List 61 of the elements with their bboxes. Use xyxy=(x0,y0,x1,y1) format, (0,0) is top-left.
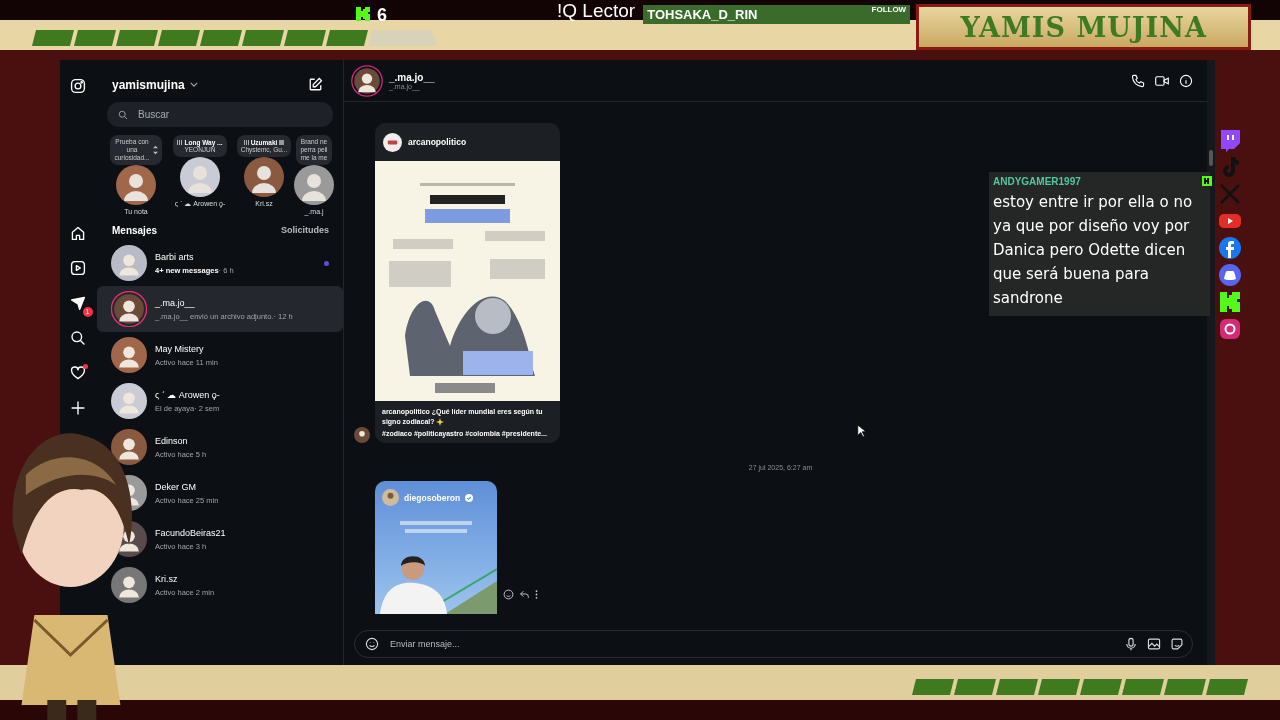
microphone-icon[interactable] xyxy=(1124,637,1138,651)
video-call-icon[interactable] xyxy=(1155,73,1169,88)
sparkle-icon xyxy=(436,418,445,427)
post-author: arcanopolitico xyxy=(408,137,467,147)
create-icon[interactable] xyxy=(69,400,86,416)
compose-icon[interactable] xyxy=(308,77,323,92)
info-icon[interactable] xyxy=(1179,73,1193,88)
more-icon[interactable] xyxy=(535,589,538,600)
caret-icon[interactable] xyxy=(189,82,198,87)
message-input[interactable]: Enviar mensaje... xyxy=(388,638,1115,650)
channel-logo: YAMIS MUJINA xyxy=(916,4,1252,50)
chat-message: estoy entre ir por ella o no ya que por diseño voy por Danica pero Odette dicen que será buena para sandrone xyxy=(993,192,1194,309)
reply-icon[interactable] xyxy=(519,589,530,600)
heart-icon[interactable] xyxy=(69,365,86,381)
search-bar[interactable]: Buscar xyxy=(107,102,333,127)
contact-name: _.ma.jo__ xyxy=(155,297,196,308)
contact-name: Barbi arts xyxy=(155,251,195,262)
account-switcher[interactable]: yamismujina xyxy=(112,77,198,92)
contact-name: Deker GM xyxy=(155,481,197,492)
avatar[interactable] xyxy=(351,64,383,97)
avatar[interactable] xyxy=(244,157,284,197)
instagram-logo-icon xyxy=(1218,317,1242,341)
avatar xyxy=(382,489,399,506)
facebook-logo-icon xyxy=(1218,236,1242,260)
messages-heading: Mensajes xyxy=(112,225,158,236)
requests-link[interactable]: Solicitudes xyxy=(281,225,329,236)
contact-name: FacundoBeiras21 xyxy=(155,527,227,538)
equalizer-icon xyxy=(177,140,183,145)
contact-name: ς ˊ ☁ Arowen ϙ- xyxy=(155,389,221,400)
contact-name: May Mistery xyxy=(155,343,205,354)
search-input[interactable]: Buscar xyxy=(136,108,333,121)
avatar xyxy=(354,427,370,443)
account-logo-icon xyxy=(383,132,402,152)
home-icon[interactable] xyxy=(69,225,86,241)
phone-icon[interactable] xyxy=(1131,73,1145,88)
avatar[interactable] xyxy=(116,165,156,205)
chat-username: ANDYGAMER1997 xyxy=(993,176,1082,187)
avatar[interactable] xyxy=(294,165,334,205)
chat-title: _.ma.jo__ xyxy=(389,71,436,83)
contact-name: Kri.sz xyxy=(155,573,179,584)
viewer-count: 6 xyxy=(377,5,387,25)
kick-logo-icon xyxy=(1218,290,1242,314)
search-icon xyxy=(118,109,128,120)
reel-author: diegosoberon xyxy=(404,492,461,503)
emoji-icon[interactable] xyxy=(503,589,514,600)
sticker-icon[interactable] xyxy=(1170,637,1184,651)
reels-icon[interactable] xyxy=(69,260,86,276)
scrollbar[interactable] xyxy=(1207,60,1215,665)
equalizer-icon xyxy=(243,140,249,145)
contact-name: Edinson xyxy=(155,435,189,446)
follow-alert: TOHSAKA_D_RIN FOLLOW xyxy=(643,5,911,24)
reader-label: !Q Lector xyxy=(557,0,636,22)
cursor-icon xyxy=(857,424,866,438)
search-icon[interactable] xyxy=(69,330,86,346)
messages-icon[interactable] xyxy=(69,295,86,311)
emoji-icon[interactable] xyxy=(365,637,379,651)
x-logo-icon xyxy=(1218,182,1242,206)
instagram-logo-icon[interactable] xyxy=(69,78,86,94)
twitch-logo-icon xyxy=(1218,128,1242,152)
image-icon[interactable] xyxy=(1147,637,1161,651)
avatar[interactable] xyxy=(180,157,220,197)
